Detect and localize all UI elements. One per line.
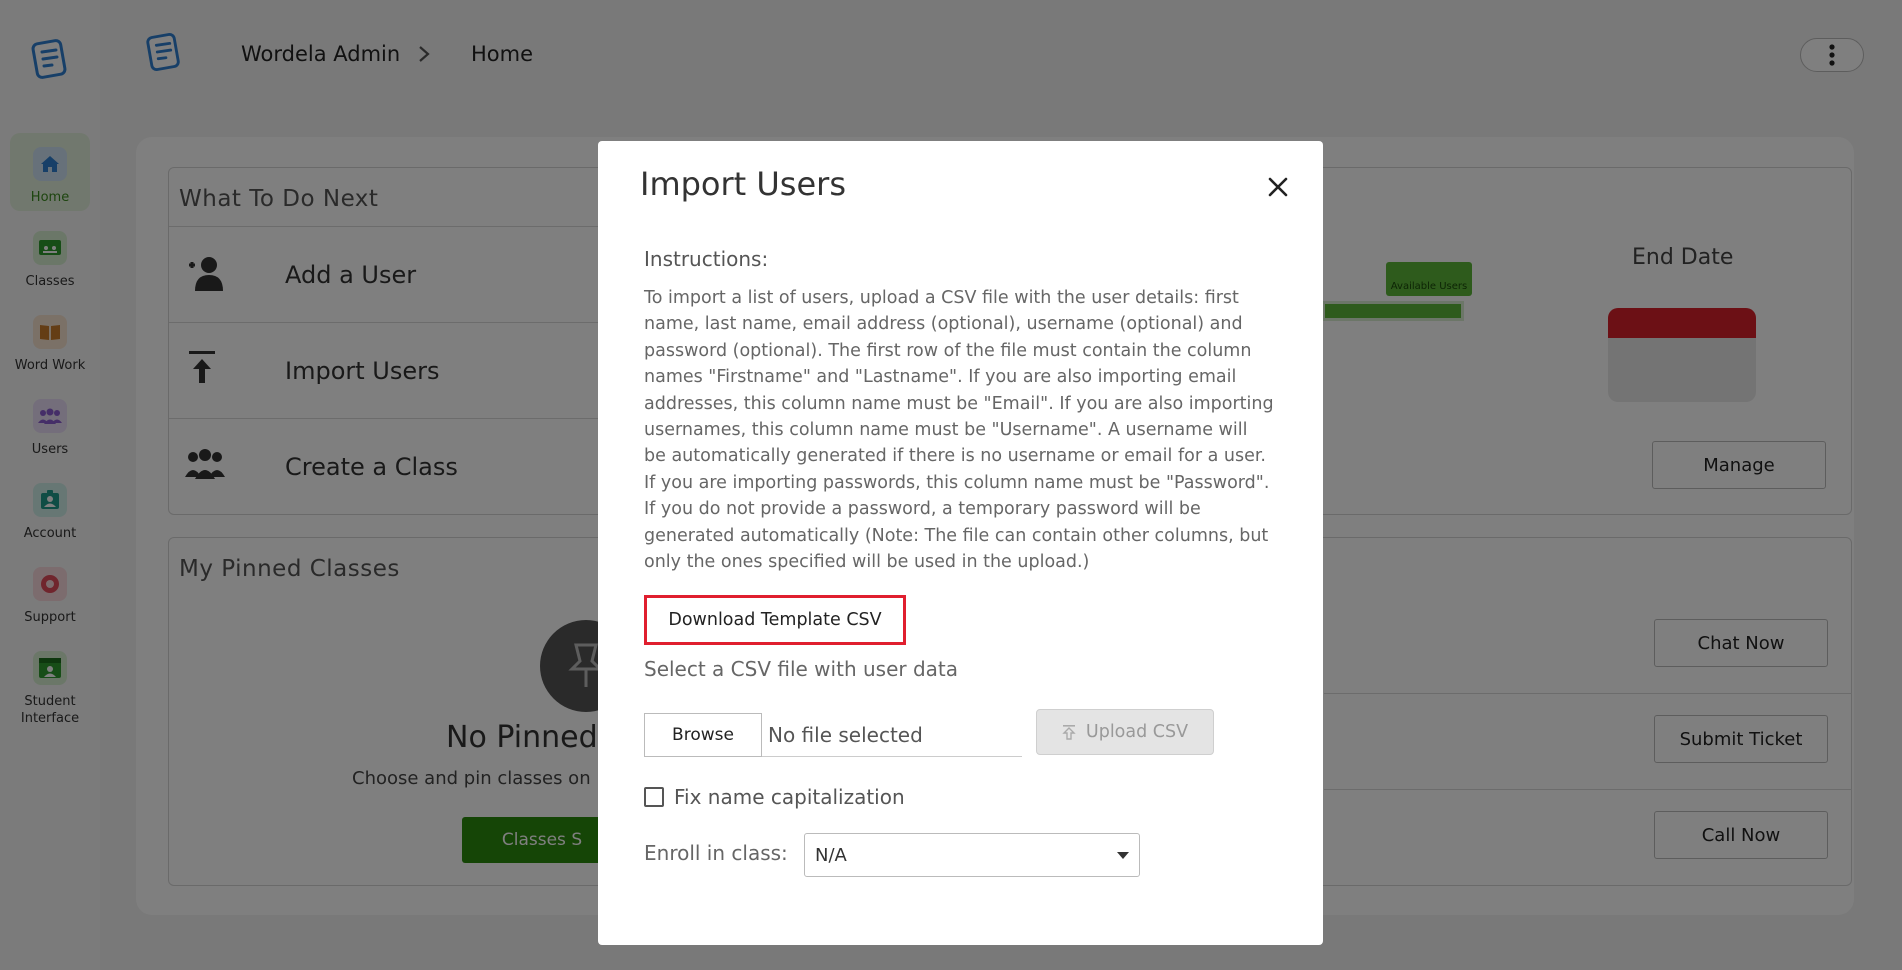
select-file-label: Select a CSV file with user data <box>644 657 959 681</box>
file-status: No file selected <box>762 713 1022 757</box>
enroll-class-value: N/A <box>815 844 847 866</box>
fix-capitalization-checkbox[interactable] <box>644 787 664 807</box>
chevron-down-icon <box>1117 852 1129 859</box>
import-users-modal: Import Users Instructions: To import a l… <box>598 141 1323 945</box>
enroll-class-select[interactable]: N/A <box>804 833 1140 877</box>
close-icon <box>1268 177 1288 197</box>
browse-button[interactable]: Browse <box>644 713 762 757</box>
enroll-class-label: Enroll in class: <box>644 841 788 865</box>
instructions-heading: Instructions: <box>644 247 769 271</box>
fix-capitalization-label[interactable]: Fix name capitalization <box>674 785 905 809</box>
fix-capitalization-row[interactable]: Fix name capitalization <box>644 785 905 809</box>
instructions-body: To import a list of users, upload a CSV … <box>644 288 1274 573</box>
close-button[interactable] <box>1264 173 1292 201</box>
download-template-button[interactable]: Download Template CSV <box>644 595 906 645</box>
upload-icon <box>1062 725 1076 740</box>
modal-title: Import Users <box>640 165 846 203</box>
upload-csv-label: Upload CSV <box>1085 722 1189 742</box>
upload-csv-button[interactable]: Upload CSV <box>1036 709 1214 755</box>
